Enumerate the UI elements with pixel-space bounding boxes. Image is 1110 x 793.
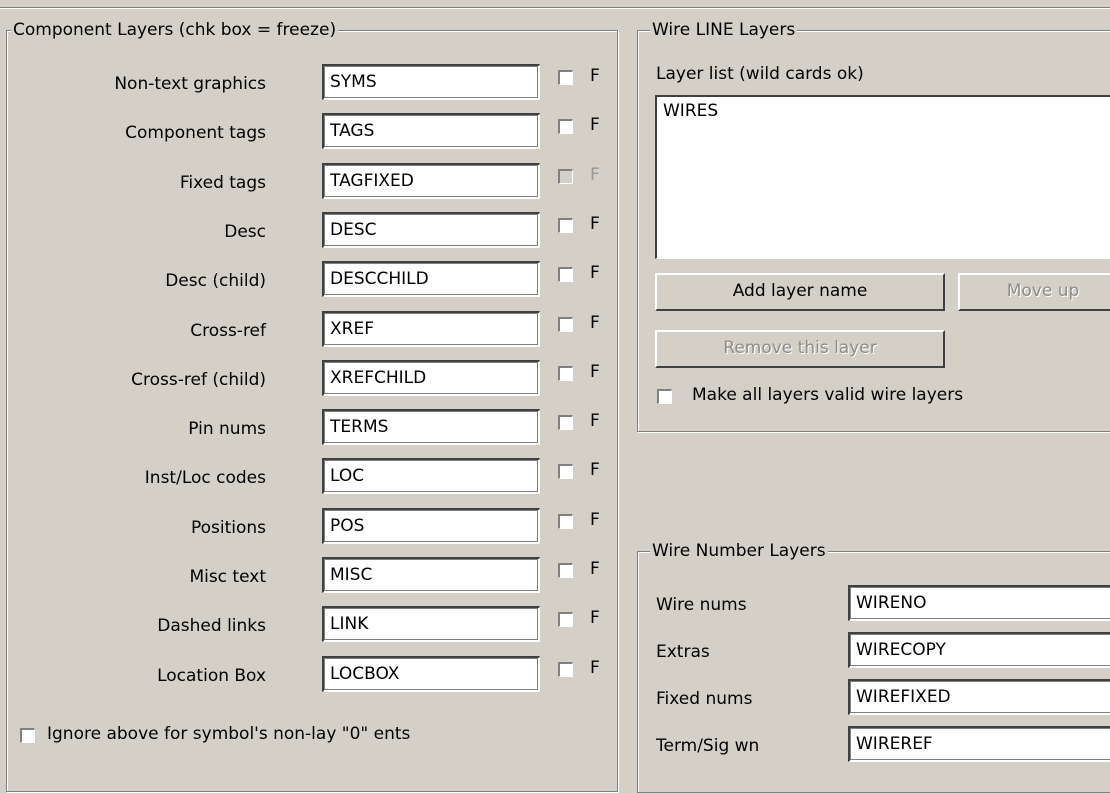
freeze-label: F — [590, 411, 600, 432]
freeze-label: F — [590, 66, 600, 86]
remove-layer-button[interactable]: Remove this layer — [655, 330, 945, 368]
freeze-label: F — [590, 608, 600, 629]
freeze-checkbox[interactable] — [558, 464, 573, 480]
freeze-label: F — [590, 460, 600, 481]
freeze-checkbox[interactable] — [558, 70, 573, 85]
component-layer-input[interactable]: LINK — [322, 606, 540, 643]
component-layer-label: Cross-ref — [190, 320, 266, 341]
component-layer-input[interactable]: TAGFIXED — [322, 162, 540, 199]
move-up-button[interactable]: Move up — [958, 273, 1110, 311]
wire-number-input[interactable]: WIRECOPY — [848, 632, 1110, 668]
freeze-checkbox[interactable] — [558, 513, 573, 529]
layer-listbox[interactable]: WIRES — [655, 95, 1110, 259]
freeze-label: F — [590, 509, 600, 530]
column-divider — [617, 30, 618, 772]
wire-number-label: Fixed nums — [656, 689, 753, 709]
layer-list-label: Layer list (wild cards ok) — [656, 64, 864, 84]
freeze-label: F — [590, 657, 600, 678]
ignore-symbol-label: Ignore above for symbol's non-lay "0" en… — [47, 724, 411, 744]
freeze-checkbox[interactable] — [558, 316, 573, 332]
component-layer-input[interactable]: XREFCHILD — [322, 359, 540, 396]
component-layer-label: Component tags — [125, 123, 266, 144]
wire-number-input[interactable]: WIREFIXED — [848, 679, 1110, 715]
component-layer-label: Cross-ref (child) — [131, 369, 266, 390]
add-layer-name-label: Add layer name — [732, 281, 868, 301]
layer-list-item[interactable]: WIRES — [663, 99, 1110, 123]
freeze-label: F — [590, 559, 600, 579]
freeze-label: F — [590, 213, 600, 234]
wire-number-label: Term/Sig wn — [656, 736, 760, 756]
freeze-label: F — [590, 115, 600, 136]
make-all-layers-checkbox[interactable] — [657, 389, 672, 404]
component-layer-input[interactable]: SYMS — [322, 64, 540, 100]
component-layer-input[interactable]: XREF — [322, 310, 540, 347]
wire-number-label: Wire nums — [656, 595, 747, 615]
wire-number-layers-title: Wire Number Layers — [650, 541, 828, 561]
component-layer-label: Misc text — [189, 567, 266, 587]
component-layer-input[interactable]: LOCBOX — [322, 655, 540, 692]
component-layer-input[interactable]: MISC — [322, 557, 540, 593]
wire-number-input[interactable]: WIREREF — [848, 726, 1110, 762]
wire-number-label: Extras — [656, 642, 710, 662]
component-layer-label: Pin nums — [188, 419, 266, 440]
component-layer-input[interactable]: POS — [322, 507, 540, 544]
add-layer-name-button[interactable]: Add layer name — [655, 273, 945, 311]
freeze-checkbox[interactable] — [558, 563, 573, 578]
component-layer-label: Inst/Loc codes — [144, 468, 266, 489]
wire-number-input[interactable]: WIRENO — [848, 585, 1110, 621]
freeze-checkbox[interactable] — [558, 365, 573, 381]
freeze-label: F — [590, 312, 600, 333]
component-layer-label: Desc — [224, 221, 266, 242]
move-up-label: Move up — [1006, 281, 1080, 301]
component-layer-label: Fixed tags — [179, 172, 266, 193]
freeze-checkbox[interactable] — [558, 119, 573, 135]
component-layer-input[interactable]: TAGS — [322, 113, 540, 150]
ignore-symbol-checkbox[interactable] — [20, 728, 35, 743]
component-layer-label: Non-text graphics — [114, 74, 266, 94]
wire-line-layers-title: Wire LINE Layers — [650, 20, 798, 40]
freeze-checkbox[interactable] — [558, 217, 573, 233]
component-layers-title: Component Layers (chk box = freeze) — [11, 20, 339, 40]
freeze-checkbox[interactable] — [558, 168, 573, 184]
freeze-checkbox[interactable] — [558, 612, 573, 628]
make-all-layers-label: Make all layers valid wire layers — [692, 385, 964, 405]
freeze-checkbox[interactable] — [558, 415, 573, 431]
component-layer-label: Dashed links — [157, 616, 266, 637]
component-layer-input[interactable]: DESC — [322, 211, 540, 248]
freeze-label: F — [590, 263, 600, 284]
component-layer-input[interactable]: DESCCHILD — [322, 261, 540, 298]
component-layer-label: Desc (child) — [165, 271, 266, 292]
component-layer-label: Location Box — [157, 665, 266, 686]
remove-layer-label: Remove this layer — [723, 338, 877, 358]
component-layer-label: Positions — [190, 517, 266, 538]
dialog-top-edge — [0, 0, 1110, 9]
freeze-label: F — [590, 361, 600, 382]
component-layer-input[interactable]: LOC — [322, 458, 540, 495]
freeze-label: F — [590, 164, 600, 185]
freeze-checkbox[interactable] — [558, 661, 573, 677]
freeze-checkbox[interactable] — [558, 267, 573, 283]
component-layer-input[interactable]: TERMS — [322, 409, 540, 446]
